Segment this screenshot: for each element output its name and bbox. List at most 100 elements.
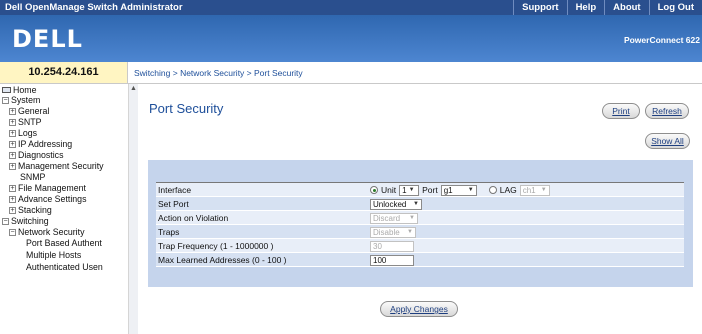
nav-item-general[interactable]: + General (9, 106, 49, 116)
form-row-action-on-violation: Action on Violation Discard ▼ (156, 211, 684, 225)
chevron-down-icon: ▼ (413, 201, 419, 207)
form-row-traps: Traps Disable ▼ (156, 225, 684, 239)
app-title: Dell OpenManage Switch Administrator (5, 2, 183, 13)
chevron-down-icon: ▼ (467, 187, 474, 193)
help-link[interactable]: Help (566, 0, 605, 15)
nav-tree: Home − System + General + SNTP + Logs + IP Ad… (0, 84, 138, 334)
nav-item-label: Home (13, 85, 37, 95)
nav-scrollbar[interactable]: ▲ (128, 84, 138, 334)
lag-radio[interactable] (488, 186, 497, 194)
nav-item-label: SNMP (20, 172, 46, 182)
nav-item-label: Switching (11, 216, 49, 226)
action-on-violation-label: Action on Violation (158, 213, 229, 223)
expand-icon[interactable]: + (9, 152, 16, 159)
expand-icon[interactable]: + (9, 119, 16, 126)
form-row-set-port: Set Port Unlocked ▼ (156, 197, 684, 211)
set-port-select-value: Unlocked (373, 199, 407, 209)
collapse-icon[interactable]: − (2, 97, 9, 104)
expand-icon[interactable]: + (9, 196, 16, 203)
port-select[interactable]: g1 ▼ (440, 184, 477, 196)
nav-item-port-based-authent[interactable]: Port Based Authent (26, 238, 102, 248)
nav-item-diagnostics[interactable]: + Diagnostics (9, 150, 63, 160)
nav-item-label: System (11, 95, 41, 105)
nav-item-label: Stacking (18, 205, 52, 215)
nav-item-management-security[interactable]: + Management Security (9, 161, 104, 171)
action-on-violation-select[interactable]: Discard ▼ (370, 212, 418, 224)
collapse-icon[interactable]: − (2, 218, 9, 225)
nav-item-label: Logs (18, 128, 38, 138)
action-on-violation-value: Discard (373, 213, 401, 223)
lag-select[interactable]: ch1 ▼ (519, 184, 550, 196)
nav-item-label: Port Based Authent (26, 238, 102, 248)
max-learned-addresses-input[interactable]: 100 (370, 254, 414, 266)
traps-label: Traps (158, 227, 180, 237)
nav-item-label: File Management (18, 183, 86, 193)
logout-link[interactable]: Log Out (648, 0, 702, 15)
nav-item-ip-addressing[interactable]: + IP Addressing (9, 139, 72, 149)
apply-changes-button[interactable]: Apply Changes (380, 301, 458, 317)
unit-label: Unit (381, 185, 397, 195)
trap-frequency-label: Trap Frequency (1 - 1000000 ) (158, 241, 274, 251)
expand-icon[interactable]: + (9, 163, 16, 170)
set-port-select[interactable]: Unlocked ▼ (370, 198, 422, 210)
unit-select[interactable]: 1 ▼ (399, 184, 420, 196)
lag-label: LAG (499, 185, 517, 195)
nav-item-label: IP Addressing (18, 139, 73, 149)
scroll-up-arrow-icon[interactable]: ▲ (130, 85, 137, 93)
nav-item-label: Network Security (18, 227, 85, 237)
nav-item-stacking[interactable]: + Stacking (9, 205, 52, 215)
unit-radio[interactable] (370, 186, 378, 194)
breadcrumb: Switching > Network Security > Port Secu… (128, 62, 702, 84)
nav-item-authenticated-users[interactable]: Authenticated Usen (26, 262, 103, 272)
chevron-down-icon: ▼ (409, 215, 415, 221)
dell-logo: DELL (12, 25, 83, 53)
interface-controls: Unit 1 ▼ Port g1 ▼ LAG ch1 ▼ (370, 184, 550, 196)
form-row-max-learned-addresses: Max Learned Addresses (0 - 100 ) 100 (156, 253, 684, 267)
expand-icon[interactable]: + (9, 185, 16, 192)
about-link[interactable]: About (604, 0, 648, 15)
nav-item-label: Diagnostics (18, 150, 64, 160)
chevron-down-icon: ▼ (408, 187, 415, 193)
expand-icon[interactable]: + (9, 141, 16, 148)
top-bar: Dell OpenManage Switch Administrator Sup… (0, 0, 702, 15)
expand-icon[interactable]: + (9, 108, 16, 115)
form-row-interface: Interface Unit 1 ▼ Port g1 ▼ LAG ch1 ▼ (156, 183, 684, 197)
chevron-down-icon: ▼ (540, 187, 547, 193)
expand-icon[interactable]: + (9, 130, 16, 137)
page-title: Port Security (149, 101, 224, 116)
support-link[interactable]: Support (513, 0, 566, 15)
trap-frequency-input[interactable]: 30 (370, 240, 414, 252)
nav-item-label: Advance Settings (18, 194, 87, 204)
home-icon (2, 87, 11, 93)
expand-icon[interactable]: + (9, 207, 16, 214)
traps-select[interactable]: Disable ▼ (370, 226, 416, 238)
nav-item-multiple-hosts[interactable]: Multiple Hosts (26, 250, 81, 260)
nav-item-network-security[interactable]: − Network Security (9, 227, 84, 237)
print-button[interactable]: Print (602, 103, 640, 119)
nav-item-snmp[interactable]: SNMP (20, 172, 45, 182)
collapse-icon[interactable]: − (9, 229, 16, 236)
switch-ip-address: 10.254.24.161 (0, 62, 128, 84)
nav-item-label: Management Security (18, 161, 104, 171)
refresh-button[interactable]: Refresh (645, 103, 689, 119)
show-all-button[interactable]: Show All (645, 133, 690, 149)
product-name: PowerConnect 622 (623, 35, 700, 45)
banner: DELL PowerConnect 622 (0, 15, 702, 62)
unit-select-value: 1 (402, 185, 407, 195)
nav-item-logs[interactable]: + Logs (9, 128, 37, 138)
nav-item-label: General (18, 106, 50, 116)
nav-item-system[interactable]: − System (2, 95, 40, 105)
lag-select-value: ch1 (522, 185, 536, 195)
nav-item-advance-settings[interactable]: + Advance Settings (9, 194, 86, 204)
nav-item-label: SNTP (18, 117, 42, 127)
nav-item-switching[interactable]: − Switching (2, 216, 49, 226)
port-label: Port (422, 185, 438, 195)
nav-item-sntp[interactable]: + SNTP (9, 117, 41, 127)
max-learned-addresses-label: Max Learned Addresses (0 - 100 ) (158, 255, 287, 265)
form-row-trap-frequency: Trap Frequency (1 - 1000000 ) 30 (156, 239, 684, 253)
set-port-label: Set Port (158, 199, 189, 209)
nav-item-home[interactable]: Home (2, 85, 36, 95)
traps-select-value: Disable (373, 227, 400, 237)
nav-item-file-management[interactable]: + File Management (9, 183, 86, 193)
nav-item-label: Authenticated Usen (26, 262, 103, 272)
